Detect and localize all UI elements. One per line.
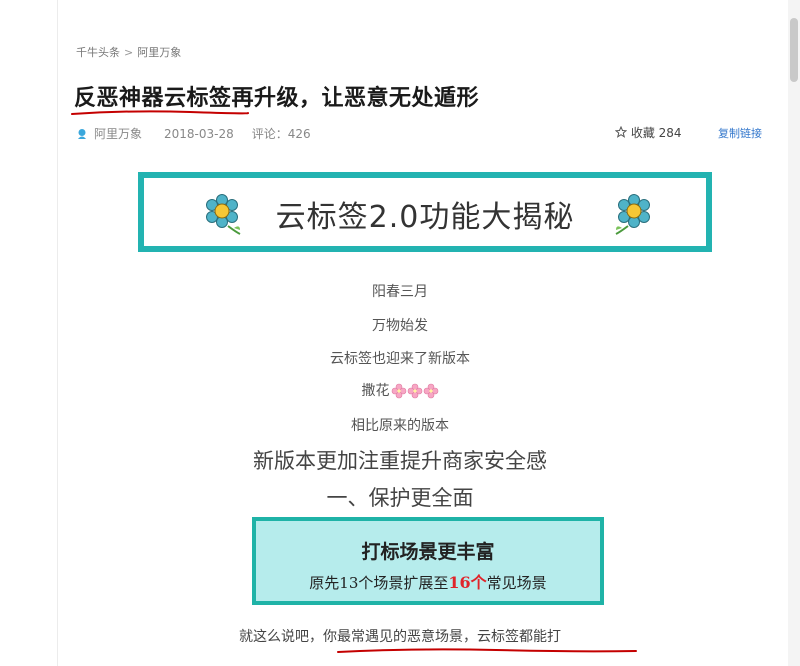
cherry-blossom-icon — [391, 383, 438, 399]
body-line-text: 撒花 — [361, 383, 390, 399]
scrollbar-thumb[interactable] — [790, 18, 798, 82]
body-line: 云标签也迎来了新版本 — [330, 351, 470, 367]
breadcrumb-current-link[interactable]: 阿里万象 — [137, 46, 181, 59]
author-name[interactable]: 阿里万象 — [94, 125, 142, 142]
closing-prefix: 就这么说吧， — [239, 629, 323, 645]
article-banner-image: 云标签2.0功能大揭秘 — [138, 172, 712, 252]
collect-label: 收藏 284 — [630, 126, 682, 140]
feature-highlight-box: 打标场景更丰富 原先13个场景扩展至16个常见场景 — [252, 517, 604, 605]
star-icon — [614, 125, 628, 138]
body-line: 相比原来的版本 — [351, 418, 449, 434]
closing-line: 就这么说吧，你最常遇见的恶意场景，云标签都能打 — [0, 626, 800, 646]
author-avatar-icon — [78, 128, 86, 139]
body-line: 万物始发 — [372, 318, 428, 334]
section-heading: 一、保护更全面 — [326, 486, 474, 510]
flower-icon — [615, 194, 650, 235]
article-meta: 阿里万象 2018-03-28 评论：426 — [76, 125, 311, 142]
body-line: 阳春三月 — [372, 284, 428, 300]
copy-link-button[interactable]: 复制链接 — [718, 125, 762, 141]
breadcrumb: 千牛头条 > 阿里万象 — [76, 44, 181, 60]
comment-count[interactable]: 评论：426 — [252, 125, 311, 142]
breadcrumb-separator: > — [124, 46, 134, 59]
closing-emphasis: 你最常遇见的恶意场景，云标签都能打 — [323, 629, 561, 645]
body-line-with-emoji: 撒花 — [0, 380, 800, 400]
body-heading: 新版本更加注重提升商家安全感 — [253, 449, 547, 473]
feature-box-highlight: 16个 — [448, 573, 487, 592]
collect-button[interactable]: 收藏 284 — [614, 124, 682, 141]
feature-box-sub-suffix: 常见场景 — [486, 574, 547, 592]
feature-box-sub-prefix: 原先13个场景扩展至 — [309, 574, 449, 592]
breadcrumb-section-link[interactable]: 千牛头条 — [76, 46, 120, 59]
title-underline — [71, 110, 250, 115]
feature-box-subtitle: 原先13个场景扩展至16个常见场景 — [256, 569, 600, 593]
feature-box-title: 打标场景更丰富 — [361, 541, 495, 563]
publish-date: 2018-03-28 — [164, 126, 234, 141]
closing-underline — [337, 648, 637, 653]
